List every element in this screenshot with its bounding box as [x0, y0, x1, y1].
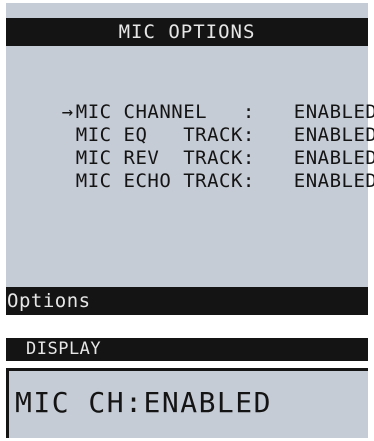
options-menu: → MIC CHANNEL : ENABLED MIC EQ TRACK: ENABL…	[14, 78, 374, 192]
footer-label: Options	[7, 290, 91, 312]
menu-item-value: ENABLED	[293, 147, 374, 169]
menu-item-label: MIC ECHO TRACK:	[75, 170, 255, 192]
menu-item-value: ENABLED	[293, 170, 374, 192]
menu-item-value: ENABLED	[293, 124, 374, 146]
footer-bar: Options	[6, 287, 368, 315]
selection-arrow-icon: →	[61, 101, 74, 123]
menu-item-label: MIC CHANNEL :	[75, 101, 255, 123]
display-readout: MIC CH:ENABLED	[6, 368, 368, 438]
display-header-label: DISPLAY	[26, 339, 102, 359]
menu-item-label: MIC REV TRACK:	[75, 147, 255, 169]
screen-title: MIC OPTIONS	[118, 21, 256, 43]
menu-item-value: ENABLED	[293, 101, 374, 123]
display-header: DISPLAY	[6, 338, 368, 361]
menu-item-label: MIC EQ TRACK:	[75, 124, 255, 146]
screen-title-bar: MIC OPTIONS	[6, 18, 368, 46]
menu-item-mic-channel[interactable]: → MIC CHANNEL : ENABLED	[14, 78, 374, 123]
